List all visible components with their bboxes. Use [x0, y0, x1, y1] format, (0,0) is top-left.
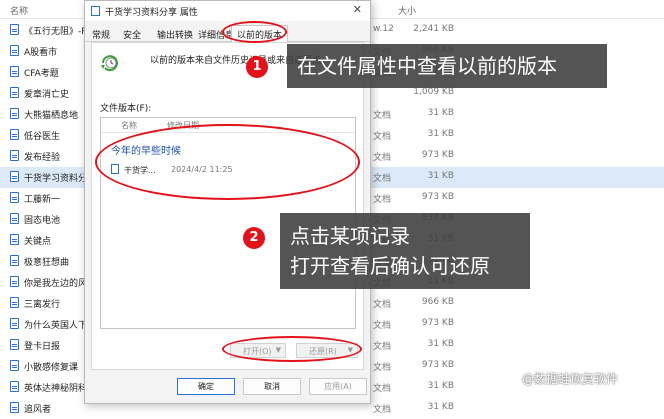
tab-security[interactable]: 安全	[123, 28, 141, 41]
file-name: 小散感修复课	[24, 363, 79, 373]
callout-step-2-line1: 点击某项记录	[290, 224, 410, 248]
file-size: 31 KB	[427, 129, 454, 139]
document-icon	[10, 87, 19, 98]
file-type: w.12	[373, 24, 394, 34]
file-name: 爱章消亡史	[24, 90, 70, 100]
file-type: 文档	[373, 363, 392, 373]
file-name: 发布经验	[24, 153, 61, 163]
dialog-button-row: 确定 取消 应用(A)	[85, 376, 370, 398]
file-type: 文档	[373, 153, 392, 163]
file-name: 干货学习资料分	[24, 174, 88, 184]
file-name: CFA考题	[24, 69, 59, 79]
file-size: 973 KB	[421, 150, 454, 160]
file-size: 31 KB	[427, 171, 454, 181]
previous-versions-panel: 以前的版本来自文件历史记录或来自还原点。 文件版本(F): 名称 修改日期 今年…	[91, 42, 364, 370]
file-size: 973 KB	[421, 360, 454, 370]
step-badge-2: 2	[243, 227, 265, 249]
document-icon	[10, 171, 19, 182]
file-name: 大熊猫栖息地	[24, 111, 79, 121]
file-size: 1,009 KB	[413, 87, 454, 97]
file-size: 973 KB	[421, 192, 454, 202]
document-icon	[10, 381, 19, 392]
document-icon	[10, 213, 19, 224]
ok-button[interactable]: 确定	[177, 378, 235, 395]
column-size-header[interactable]: 大小	[398, 4, 416, 17]
tab-output-convert[interactable]: 输出转换	[157, 28, 193, 41]
document-icon	[10, 66, 19, 77]
file-size: 966 KB	[421, 297, 454, 307]
callout-step-2: 点击某项记录 打开查看后确认可还原	[280, 213, 530, 289]
file-type: 文档	[373, 300, 392, 310]
file-name: 关键点	[24, 237, 52, 247]
document-icon	[10, 108, 19, 119]
file-name: 低谷医生	[24, 132, 61, 142]
file-versions-label: 文件版本(F):	[100, 104, 152, 114]
file-name: 登卡日报	[24, 342, 61, 352]
file-size: 31 KB	[427, 339, 454, 349]
file-size: 31 KB	[427, 381, 454, 391]
highlight-open-restore-buttons	[222, 336, 362, 362]
file-type: 文档	[373, 321, 392, 331]
file-name: 工藤新一	[24, 195, 61, 205]
document-icon	[10, 276, 19, 287]
file-size: 31 KB	[427, 108, 454, 118]
file-type: 文档	[373, 384, 392, 394]
file-name: 英体达神秘阴科	[24, 384, 88, 394]
file-type: 文档	[373, 174, 392, 184]
dialog-titlebar: 干货学习资料分享 属性 ✕	[85, 1, 370, 21]
document-icon	[10, 129, 19, 140]
column-name-header[interactable]: 名称	[10, 4, 28, 17]
watermark: @数据蛙恢复软件	[522, 372, 619, 386]
file-name: 你是我左边的风	[24, 279, 88, 289]
apply-button[interactable]: 应用(A)	[309, 378, 367, 395]
document-icon	[10, 318, 19, 329]
callout-step-2-line2: 打开查看后确认可还原	[290, 254, 490, 278]
file-size: 2,241 KB	[413, 24, 454, 34]
file-name: 为什么英国人下	[24, 321, 88, 331]
document-icon	[10, 360, 19, 371]
file-name: A股看市	[24, 48, 58, 58]
document-icon	[10, 297, 19, 308]
step-badge-1: 1	[246, 56, 268, 78]
file-type: 文档	[373, 342, 392, 352]
document-icon	[10, 234, 19, 245]
dialog-title: 干货学习资料分享 属性	[105, 8, 198, 18]
document-icon	[10, 192, 19, 203]
document-icon	[91, 6, 100, 16]
document-icon	[10, 255, 19, 266]
file-size: 973 KB	[421, 318, 454, 328]
document-icon	[10, 24, 19, 35]
tab-general[interactable]: 常规	[92, 28, 110, 41]
file-type: 文档	[373, 111, 392, 121]
document-icon	[10, 150, 19, 161]
callout-step-1: 在文件属性中查看以前的版本	[287, 44, 607, 88]
close-icon[interactable]: ✕	[353, 3, 362, 16]
file-type: 文档	[373, 132, 392, 142]
document-icon	[10, 339, 19, 350]
cancel-button[interactable]: 取消	[243, 378, 301, 395]
file-name: 《五行无阻》-PP	[24, 27, 93, 37]
history-clock-icon	[101, 55, 118, 72]
file-name: 极意狂想曲	[24, 258, 70, 268]
file-type: 文档	[373, 195, 392, 205]
list-header-name[interactable]: 名称	[121, 120, 137, 131]
file-name: 固态电池	[24, 216, 61, 226]
document-icon	[10, 45, 19, 56]
file-name: 三离发行	[24, 300, 61, 310]
highlight-version-list	[95, 124, 360, 200]
callout-step-1-text: 在文件属性中查看以前的版本	[297, 54, 557, 78]
highlight-previous-versions-tab	[222, 21, 287, 43]
